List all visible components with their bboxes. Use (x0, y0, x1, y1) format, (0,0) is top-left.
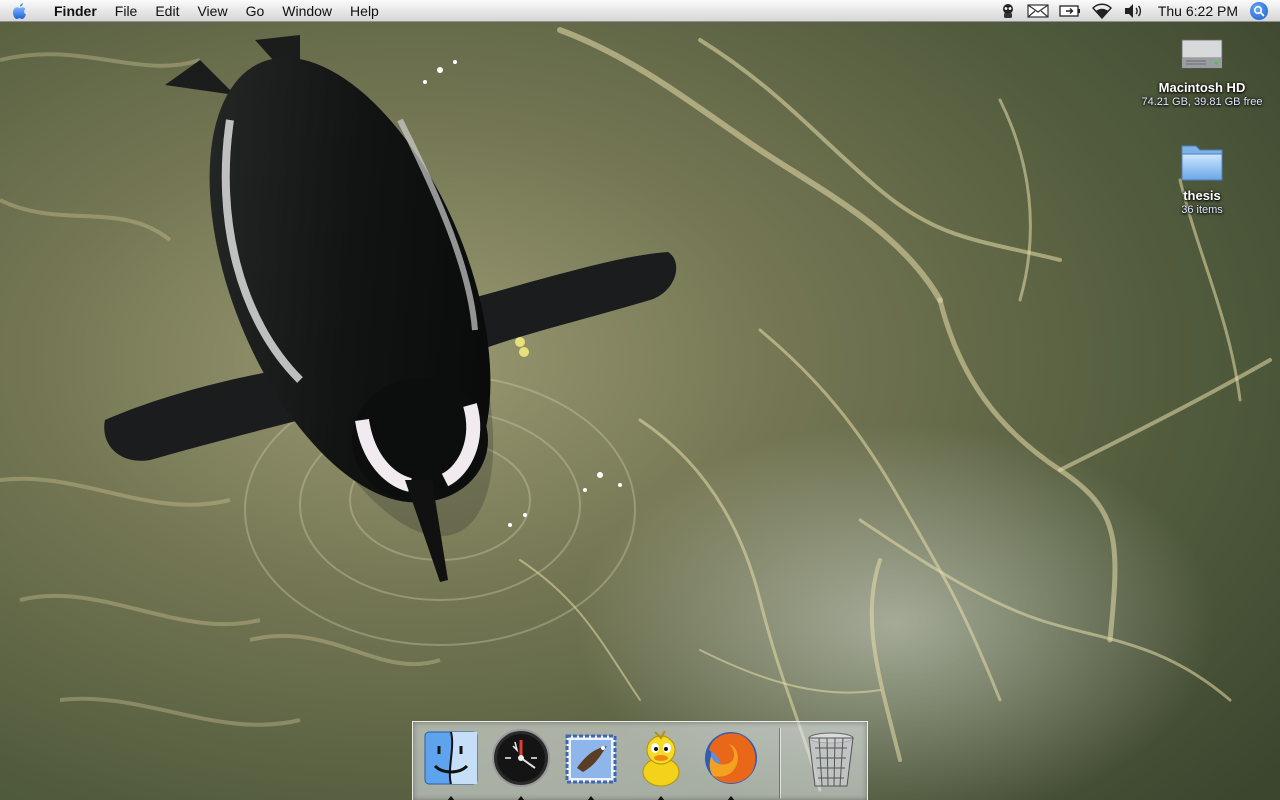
desktop-icon-info: 36 items (1181, 204, 1223, 216)
running-indicator (657, 796, 665, 800)
mail-icon[interactable] (1022, 0, 1054, 22)
running-indicator (517, 796, 525, 800)
adium-duck-icon (642, 730, 680, 787)
robot-icon[interactable] (994, 0, 1022, 22)
dock (412, 721, 868, 800)
wifi-icon[interactable] (1086, 0, 1118, 22)
firefox-icon (705, 732, 757, 784)
desktop-icon-macintosh-hd[interactable]: Macintosh HD 74.21 GB, 39.81 GB free (1132, 30, 1272, 109)
desktop-icon-label: thesis (1183, 188, 1221, 203)
folder-icon (1178, 138, 1226, 186)
running-indicator (727, 796, 735, 800)
menu-view[interactable]: View (188, 0, 236, 22)
desktop-icon-info: 74.21 GB, 39.81 GB free (1141, 96, 1263, 108)
menu-file[interactable]: File (106, 0, 147, 22)
menubar-clock[interactable]: Thu 6:22 PM (1148, 0, 1250, 22)
dock-item-mail[interactable] (557, 726, 625, 800)
dock-item-dashboard[interactable] (487, 726, 555, 800)
desktop-wallpaper (0, 0, 1280, 800)
dock-item-trash[interactable] (797, 726, 865, 800)
battery-icon[interactable] (1054, 0, 1086, 22)
desktop-icon-label: Macintosh HD (1158, 80, 1246, 95)
desktop-icon-thesis[interactable]: thesis 36 items (1132, 138, 1272, 217)
menu-go[interactable]: Go (237, 0, 274, 22)
spotlight-search-icon[interactable] (1250, 1, 1268, 20)
menu-app-finder[interactable]: Finder (40, 0, 106, 22)
hard-drive-icon (1178, 30, 1226, 78)
menu-help[interactable]: Help (341, 0, 388, 22)
dock-item-firefox[interactable] (697, 726, 765, 800)
dock-item-finder[interactable] (417, 726, 485, 800)
running-indicator (447, 796, 455, 800)
volume-icon[interactable] (1118, 0, 1148, 22)
trash-icon (808, 732, 854, 787)
dock-item-adium[interactable] (627, 726, 695, 800)
running-indicator (587, 796, 595, 800)
menu-edit[interactable]: Edit (146, 0, 188, 22)
menu-bar: Finder File Edit View Go Window Help Thu… (0, 0, 1280, 22)
apple-icon[interactable] (0, 0, 40, 22)
mail-app-icon (565, 734, 617, 784)
dock-separator (779, 728, 780, 798)
dashboard-icon (492, 729, 550, 787)
finder-icon (424, 731, 478, 785)
menu-window[interactable]: Window (273, 0, 341, 22)
